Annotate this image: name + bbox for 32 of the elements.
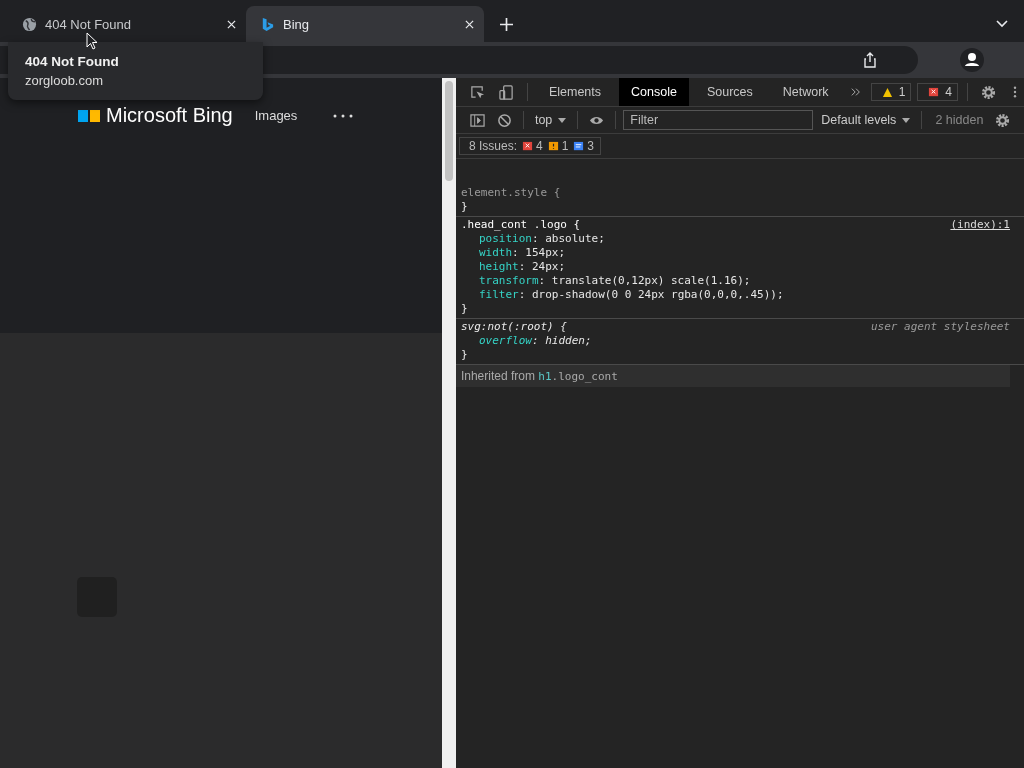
- devtools-tab[interactable]: Console: [619, 78, 689, 106]
- closing-brace: }: [460, 302, 469, 316]
- css-declaration[interactable]: overflow: hidden;: [460, 334, 1010, 348]
- source-label: user agent stylesheet: [870, 320, 1010, 334]
- levels-dropdown[interactable]: Default levels: [817, 113, 915, 127]
- nav-link[interactable]: Images: [254, 108, 298, 123]
- context-dropdown[interactable]: top: [530, 113, 571, 127]
- css-selector: svg:not(:root) {: [460, 320, 567, 334]
- inherited-header: Inherited from h1.logo_cont: [455, 365, 1010, 387]
- devtools-tab[interactable]: Sources: [694, 78, 765, 106]
- browser-tab[interactable]: Bing: [246, 6, 484, 42]
- css-selector: .head_cont .logo {: [460, 218, 581, 232]
- filter-field[interactable]: Filter: [623, 110, 814, 130]
- devtools-tab[interactable]: Elements: [536, 78, 614, 106]
- tooltip-title: 404 Not Found: [25, 54, 120, 69]
- css-declaration[interactable]: filter: drop-shadow(0 0 24px rgba(0,0,0,.45));: [460, 288, 1010, 302]
- closing-brace: }: [460, 348, 469, 362]
- devtools-tab[interactable]: Network: [770, 78, 841, 106]
- closing-brace: }: [460, 200, 469, 214]
- error-counter[interactable]: 4: [917, 83, 958, 101]
- css-declaration[interactable]: transform: translate(0,12px) scale(1.16);: [460, 274, 1010, 288]
- issues-button[interactable]: 8 Issues: 4 1 3: [458, 137, 602, 155]
- tooltip-url: zorgloob.com: [25, 73, 105, 88]
- source-link[interactable]: (index):1: [950, 218, 1010, 232]
- browser-tab[interactable]: 404 Not Found: [8, 6, 246, 42]
- logo-text: Microsoft Bing: [106, 104, 233, 127]
- hidden-count: 2 hidden: [934, 113, 985, 127]
- warning-counter[interactable]: 1: [870, 83, 912, 101]
- css-selector: element.style {: [460, 186, 561, 200]
- css-declaration[interactable]: width: 154px;: [460, 246, 1010, 260]
- css-declaration[interactable]: position: absolute;: [460, 232, 1010, 246]
- css-declaration[interactable]: height: 24px;: [460, 260, 1010, 274]
